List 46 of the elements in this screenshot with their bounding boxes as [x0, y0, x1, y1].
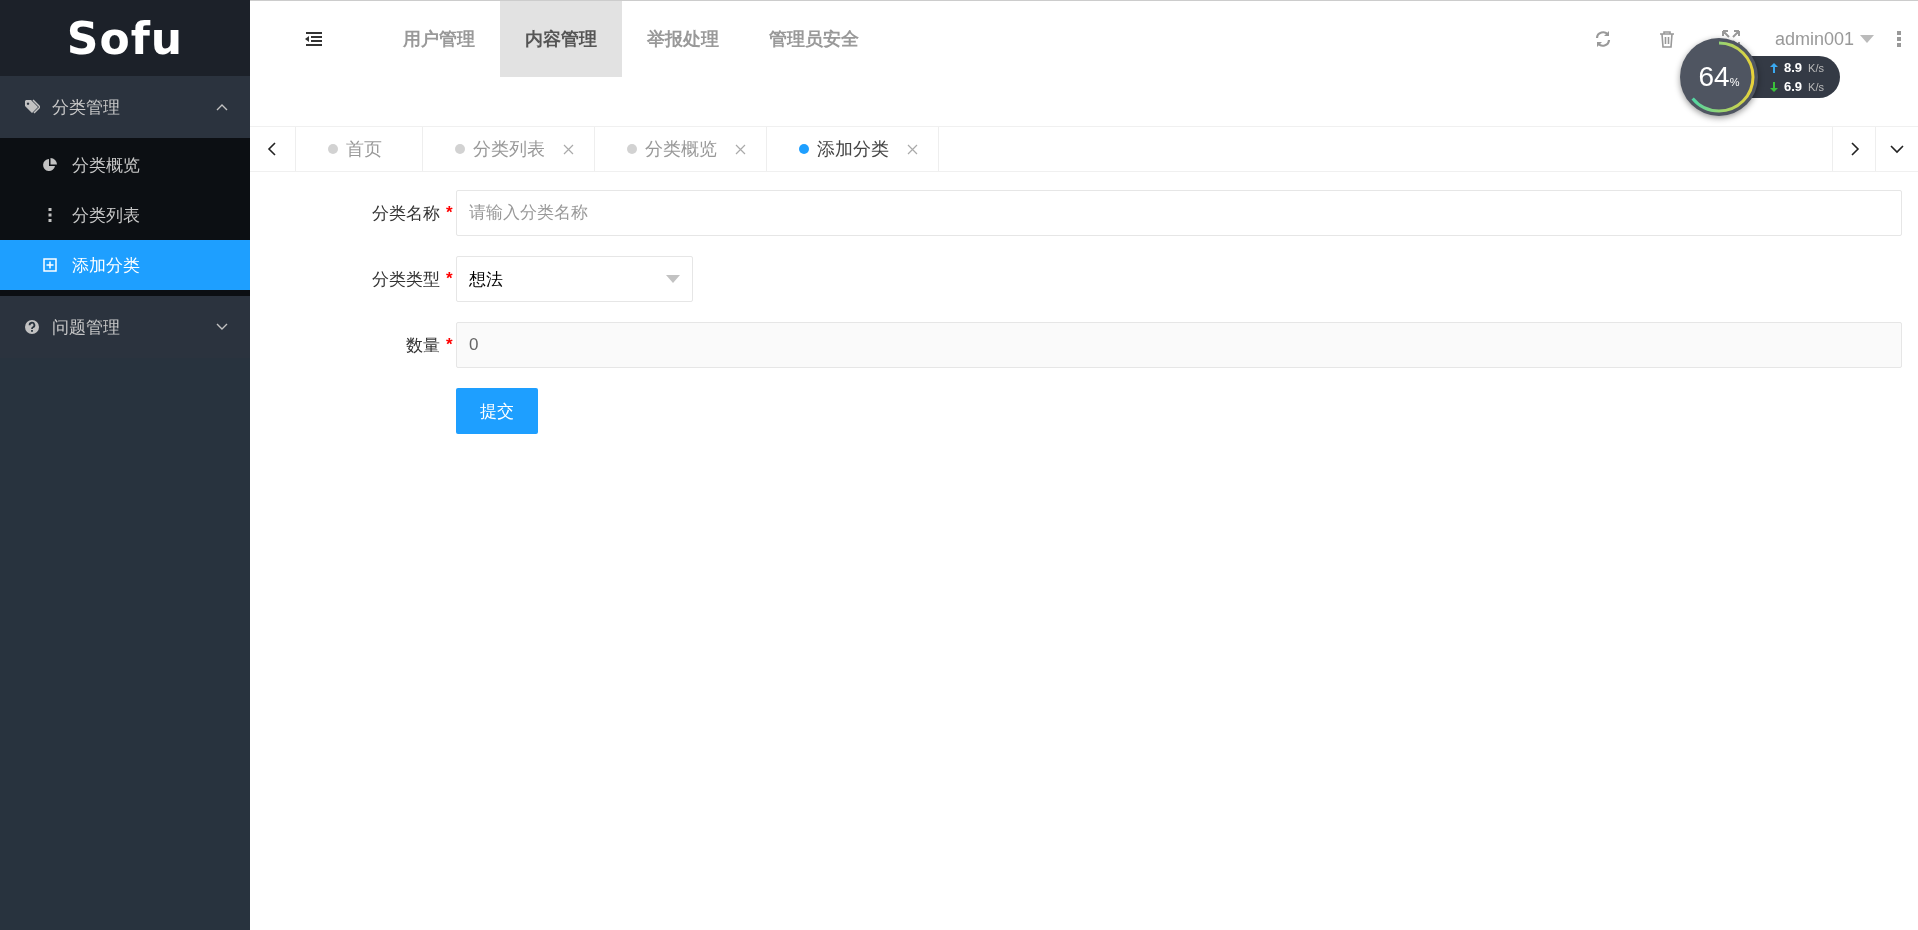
question-icon	[24, 319, 40, 335]
nav-tab[interactable]: 内容管理	[500, 1, 622, 77]
sidebar-item[interactable]: 分类概览	[0, 140, 250, 190]
sidebar-item[interactable]: 添加分类	[0, 240, 250, 290]
nav-tab[interactable]: 用户管理	[378, 1, 500, 77]
close-icon[interactable]	[563, 143, 574, 155]
trash-icon[interactable]	[1657, 30, 1676, 48]
type-select[interactable]: 想法	[456, 256, 693, 302]
user-name[interactable]: admin001	[1774, 28, 1854, 50]
status-dot	[627, 144, 637, 154]
status-dot	[455, 144, 465, 154]
page-tab[interactable]: 添加分类	[767, 127, 939, 171]
pie-chart-icon	[42, 157, 58, 173]
sidebar-item[interactable]: 分类列表	[0, 190, 250, 240]
menu-icon[interactable]	[304, 32, 324, 46]
chevron-down-icon	[1890, 142, 1904, 156]
status-dot	[799, 144, 809, 154]
required-mark: *	[446, 203, 454, 223]
required-mark: *	[446, 335, 454, 355]
logo: Sofu	[0, 0, 250, 76]
caret-icon[interactable]	[1860, 35, 1874, 43]
field-label: 分类类型	[371, 268, 441, 291]
field-label: 分类名称	[371, 202, 441, 225]
required-mark: *	[446, 269, 454, 289]
chevron-icon	[216, 103, 228, 111]
page-tab[interactable]: 首页	[296, 127, 423, 171]
dots-icon	[48, 207, 52, 223]
plus-square-icon	[42, 257, 58, 273]
caret-icon	[666, 275, 680, 283]
nav-tab[interactable]: 举报处理	[622, 1, 744, 77]
page-tab[interactable]: 分类概览	[595, 127, 767, 171]
chevron-icon	[216, 323, 228, 331]
close-icon[interactable]	[907, 143, 918, 155]
status-dot	[328, 144, 338, 154]
close-icon[interactable]	[735, 143, 746, 155]
field-label: 数量	[405, 334, 441, 357]
more-icon[interactable]	[1896, 30, 1902, 48]
submit-button[interactable]: 提交	[456, 388, 538, 434]
upload-arrow-icon	[1770, 62, 1778, 73]
download-arrow-icon	[1770, 81, 1778, 92]
usage-gauge: 64%	[1680, 38, 1758, 116]
tag-icon	[24, 99, 40, 115]
refresh-icon[interactable]	[1593, 30, 1612, 48]
nav-tab[interactable]: 管理员安全	[744, 1, 884, 77]
page-tab[interactable]: 分类列表	[423, 127, 595, 171]
input-field[interactable]: 请输入分类名称	[456, 190, 1902, 236]
